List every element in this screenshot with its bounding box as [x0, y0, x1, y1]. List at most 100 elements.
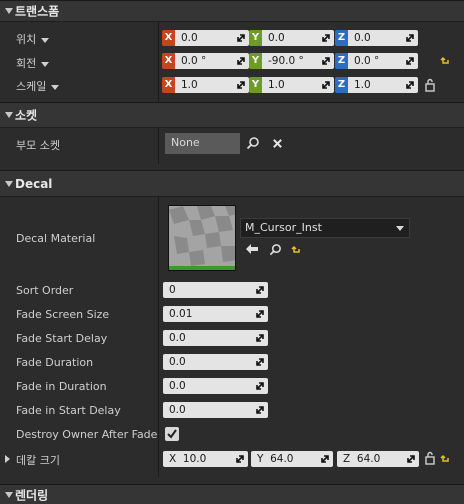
collapse-arrow-icon	[5, 492, 13, 498]
decal-size-y-value: 64.0	[270, 453, 294, 465]
reset-to-default-icon[interactable]	[440, 56, 450, 66]
rotation-z-input[interactable]: 0.0 °	[348, 53, 418, 69]
column-divider	[158, 22, 159, 102]
fade-in-duration-input[interactable]: 0.0	[163, 378, 268, 394]
use-selected-arrow-icon[interactable]	[245, 243, 259, 255]
fade-in-start-delay-value: 0.0	[169, 404, 186, 416]
rotation-x-axis: X	[162, 53, 175, 69]
location-y-input[interactable]: 0.0	[262, 30, 334, 46]
reset-to-default-icon[interactable]	[291, 245, 301, 255]
drag-handle-icon	[237, 81, 245, 89]
decal-size-x-input[interactable]: X 10.0	[163, 451, 248, 467]
drag-handle-icon	[406, 34, 414, 42]
drag-handle-icon	[256, 310, 264, 318]
decal-size-z-input[interactable]: Z 64.0	[337, 451, 419, 467]
rotation-label[interactable]: 회전	[16, 55, 50, 71]
fade-duration-input[interactable]: 0.0	[163, 354, 268, 370]
material-dropdown[interactable]: M_Cursor_Inst	[240, 218, 410, 238]
clear-icon[interactable]	[272, 138, 283, 149]
socket-section-header[interactable]: 소켓	[0, 102, 464, 128]
search-icon[interactable]	[246, 136, 260, 150]
fade-screen-size-input[interactable]: 0.01	[163, 306, 268, 322]
fade-in-start-delay-input[interactable]: 0.0	[163, 402, 268, 418]
chevron-down-icon	[396, 226, 404, 231]
parent-socket-label: 부모 소켓	[16, 139, 60, 152]
location-x-axis: X	[162, 30, 175, 46]
fade-screen-size-value: 0.01	[169, 308, 193, 320]
section-title: 소켓	[15, 108, 38, 123]
scale-x-input[interactable]: 1.0	[175, 77, 249, 93]
collapse-arrow-icon	[5, 112, 13, 118]
destroy-owner-checkbox[interactable]	[165, 427, 179, 441]
rotation-y-input[interactable]: -90.0 °	[262, 53, 334, 69]
scale-x-value: 1.0	[181, 79, 198, 91]
rendering-section-header[interactable]: 렌더링	[0, 484, 464, 504]
location-y-axis: Y	[249, 30, 262, 46]
column-divider	[158, 197, 159, 477]
destroy-owner-label: Destroy Owner After Fade	[16, 428, 158, 441]
location-y-value: 0.0	[268, 32, 285, 44]
section-title: Decal	[15, 176, 53, 191]
scale-z-input[interactable]: 1.0	[348, 77, 418, 93]
reset-to-default-icon[interactable]	[440, 454, 450, 464]
drag-handle-icon	[322, 81, 330, 89]
transform-section-header[interactable]: 트랜스폼	[0, 0, 464, 22]
rotation-x-value: 0.0 °	[181, 55, 207, 67]
scale-z-value: 1.0	[354, 79, 371, 91]
location-x-value: 0.0	[181, 32, 198, 44]
decal-section-header[interactable]: Decal	[0, 170, 464, 197]
scale-label-text: 스케일	[16, 80, 47, 93]
fade-screen-size-label: Fade Screen Size	[16, 308, 110, 321]
sort-order-value: 0	[169, 284, 176, 296]
scale-z-axis: Z	[335, 77, 348, 93]
collapse-arrow-icon	[5, 180, 13, 187]
expand-arrow-icon[interactable]	[5, 455, 10, 463]
location-label-text: 위치	[16, 33, 37, 46]
fade-duration-label: Fade Duration	[16, 356, 94, 369]
lock-icon[interactable]	[424, 451, 436, 465]
drag-handle-icon	[256, 406, 264, 414]
fade-in-duration-label: Fade in Duration	[16, 380, 107, 393]
fade-start-delay-input[interactable]: 0.0	[163, 330, 268, 346]
scale-y-value: 1.0	[268, 79, 285, 91]
decal-size-x-value: 10.0	[182, 453, 207, 465]
scale-x-axis: X	[162, 77, 175, 93]
drag-handle-icon	[406, 81, 414, 89]
drag-handle-icon	[256, 382, 264, 390]
drag-handle-icon	[256, 334, 264, 342]
drag-handle-icon	[237, 57, 245, 65]
lock-icon[interactable]	[424, 78, 436, 92]
section-title: 트랜스폼	[15, 4, 60, 19]
rotation-label-text: 회전	[16, 57, 37, 70]
drag-handle-icon	[322, 34, 330, 42]
location-z-input[interactable]: 0.0	[348, 30, 418, 46]
drag-handle-icon	[256, 358, 264, 366]
chevron-down-icon	[41, 61, 50, 67]
fade-duration-value: 0.0	[169, 356, 186, 368]
decal-size-x-axis: X	[169, 453, 177, 465]
decal-size-label: 데칼 크기	[16, 454, 60, 467]
column-divider	[158, 128, 159, 164]
fade-in-start-delay-label: Fade in Start Delay	[16, 404, 121, 417]
drag-handle-icon	[321, 455, 329, 463]
rotation-z-axis: Z	[335, 53, 348, 69]
location-z-value: 0.0	[354, 32, 371, 44]
browse-search-icon[interactable]	[269, 243, 282, 256]
scale-label[interactable]: 스케일	[16, 78, 60, 94]
material-thumbnail[interactable]	[168, 205, 236, 271]
rotation-x-input[interactable]: 0.0 °	[175, 53, 249, 69]
scale-y-input[interactable]: 1.0	[262, 77, 334, 93]
decal-size-y-input[interactable]: Y 64.0	[251, 451, 333, 467]
rotation-z-value: 0.0 °	[354, 55, 380, 67]
parent-socket-field[interactable]: None	[165, 133, 240, 154]
decal-size-y-axis: Y	[257, 453, 264, 465]
location-label[interactable]: 위치	[16, 31, 50, 47]
sort-order-input[interactable]: 0	[163, 282, 268, 298]
section-title: 렌더링	[15, 488, 49, 503]
location-z-axis: Z	[335, 30, 348, 46]
checker-preview-icon	[169, 206, 235, 270]
location-x-input[interactable]: 0.0	[175, 30, 249, 46]
chevron-down-icon	[41, 37, 50, 43]
checkmark-icon	[167, 429, 177, 439]
drag-handle-icon	[322, 57, 330, 65]
